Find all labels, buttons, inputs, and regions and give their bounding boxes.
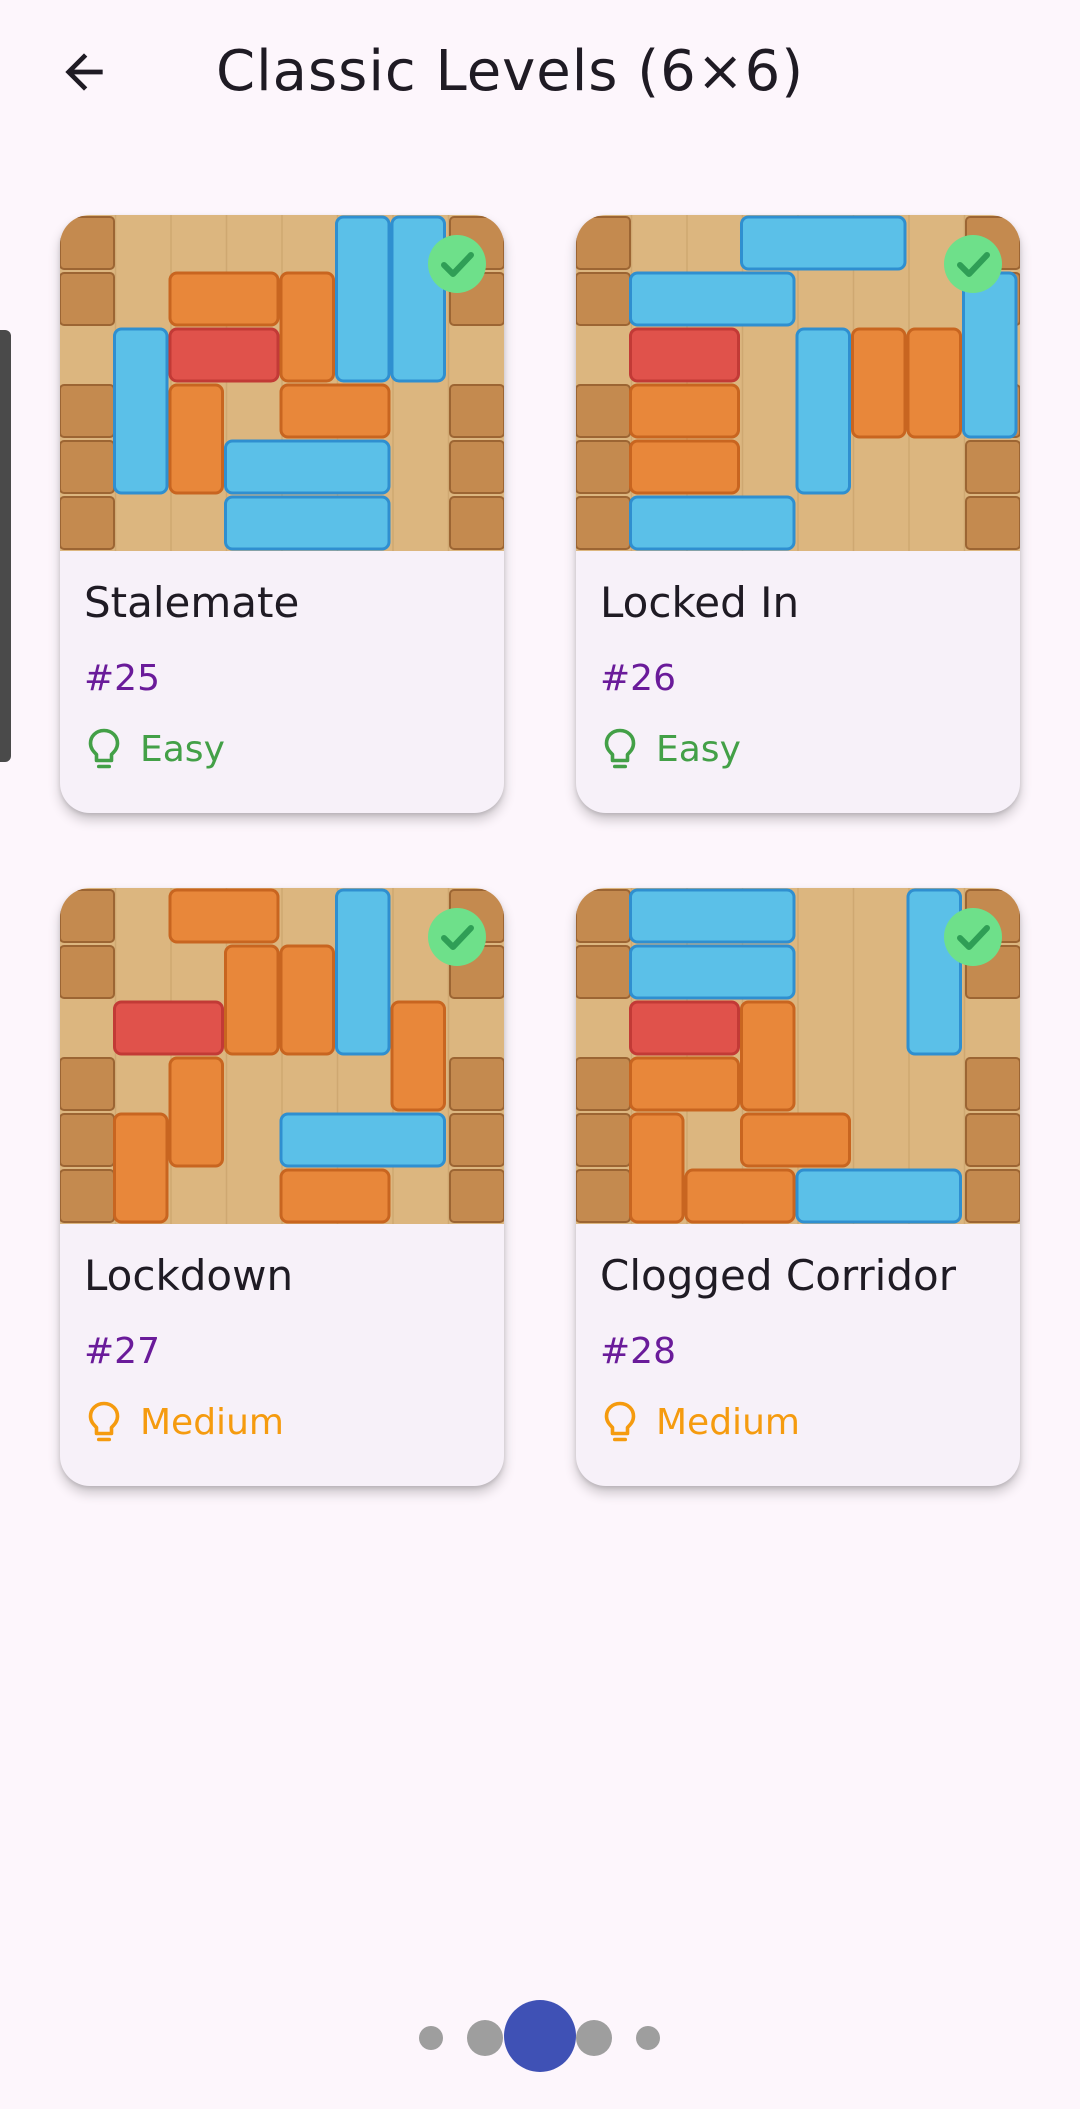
lightbulb-icon	[604, 1401, 636, 1442]
difficulty-indicator: Easy	[602, 720, 741, 780]
difficulty-label: Medium	[656, 1402, 800, 1443]
level-card-27[interactable]: Lockdown #27 Medium	[60, 888, 504, 1486]
level-number: #25	[84, 658, 160, 699]
page-dot[interactable]	[419, 2026, 443, 2050]
level-number: #28	[600, 1331, 676, 1372]
level-card-25[interactable]: Stalemate #25 Easy	[60, 215, 504, 813]
level-name: Lockdown	[84, 1251, 294, 1300]
completed-check-icon	[428, 908, 486, 966]
difficulty-indicator: Easy	[86, 720, 225, 780]
page-indicator	[0, 1996, 1080, 2080]
completed-check-icon	[944, 908, 1002, 966]
level-name: Clogged Corridor	[600, 1251, 956, 1300]
page-dot[interactable]	[636, 2026, 660, 2050]
edge-handle[interactable]	[0, 330, 11, 762]
level-card-28[interactable]: Clogged Corridor #28 Medium	[576, 888, 1020, 1486]
page-dot[interactable]	[467, 2020, 503, 2056]
level-number: #26	[600, 658, 676, 699]
page-dot-active[interactable]	[504, 2000, 576, 2072]
level-card-26[interactable]: Locked In #26 Easy	[576, 215, 1020, 813]
level-name: Locked In	[600, 578, 800, 627]
back-button[interactable]	[52, 40, 116, 104]
lightbulb-icon	[88, 1401, 120, 1442]
page-title: Classic Levels (6×6)	[216, 39, 805, 104]
completed-check-icon	[944, 235, 1002, 293]
level-number: #27	[84, 1331, 160, 1372]
lightbulb-icon	[604, 728, 636, 769]
arrow-left-icon	[65, 53, 103, 91]
top-app-bar: Classic Levels (6×6)	[0, 0, 1080, 150]
lightbulb-icon	[88, 728, 120, 769]
page-dot[interactable]	[576, 2020, 612, 2056]
completed-check-icon	[428, 235, 486, 293]
difficulty-label: Easy	[656, 729, 741, 770]
difficulty-label: Medium	[140, 1402, 284, 1443]
difficulty-indicator: Medium	[602, 1393, 800, 1453]
level-name: Stalemate	[84, 578, 300, 627]
difficulty-indicator: Medium	[86, 1393, 284, 1453]
difficulty-label: Easy	[140, 729, 225, 770]
